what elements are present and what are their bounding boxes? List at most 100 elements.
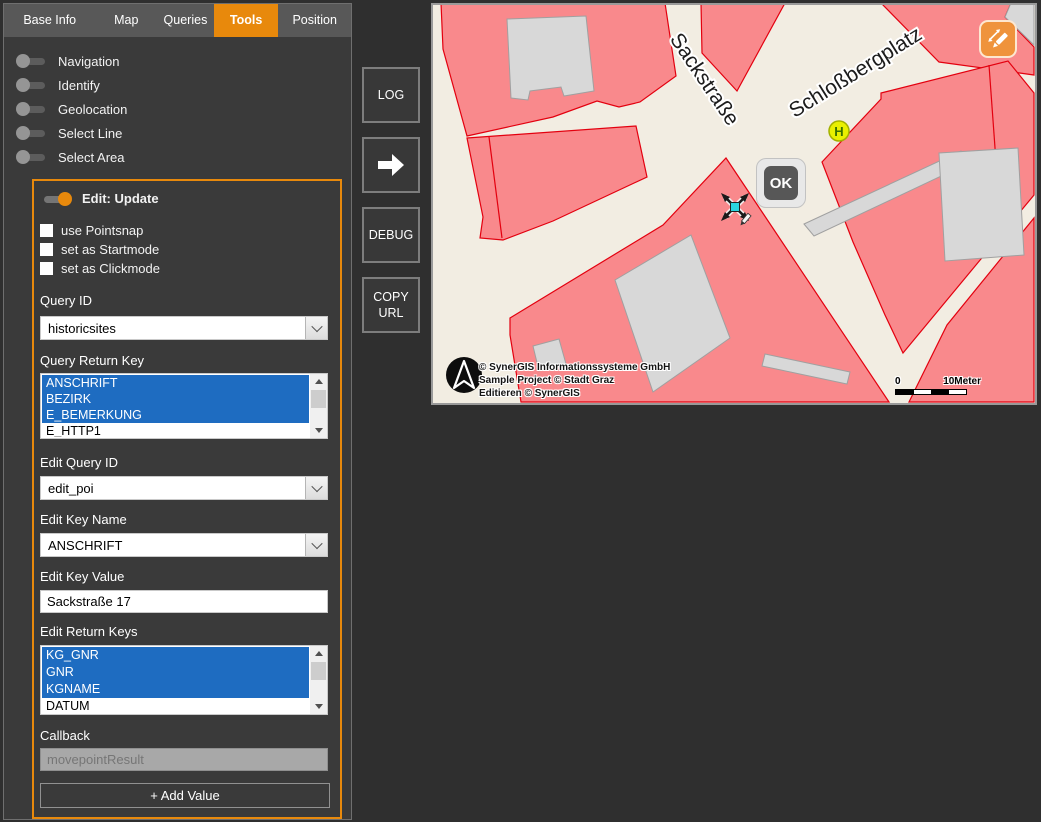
edit-query-id-select[interactable]: edit_poi (40, 476, 328, 500)
toggle-navigation[interactable]: Navigation (16, 49, 127, 73)
debug-button[interactable]: DEBUG (362, 207, 420, 263)
toggle-select-area[interactable]: Select Area (16, 145, 127, 169)
list-item[interactable]: E_HTTP1 (42, 423, 309, 437)
map-view[interactable]: Sackstraße Schloßbergplatz H (431, 3, 1037, 405)
tab-position[interactable]: Position (278, 4, 351, 37)
callback-label: Callback (40, 728, 328, 743)
toggle-switch-icon[interactable] (16, 126, 48, 140)
listbox-options: KG_GNR GNR KGNAME DATUM (42, 647, 309, 713)
chevron-down-icon (311, 538, 322, 549)
list-item[interactable]: KG_GNR (42, 647, 309, 664)
edit-return-keys-listbox[interactable]: KG_GNR GNR KGNAME DATUM (40, 645, 328, 715)
scale-start-label: 0 (895, 376, 901, 388)
scrollbar-thumb[interactable] (311, 662, 326, 680)
query-return-key-label: Query Return Key (40, 353, 328, 368)
edit-key-value-input[interactable] (40, 590, 328, 613)
edit-return-keys-label: Edit Return Keys (40, 624, 328, 639)
scrollbar[interactable] (310, 646, 327, 714)
tab-queries[interactable]: Queries (157, 4, 214, 37)
edit-tool-button[interactable] (979, 20, 1017, 58)
scrollbar[interactable] (310, 374, 327, 438)
toggle-edit-update[interactable]: Edit: Update (40, 191, 328, 206)
scale-end-label: 10Meter (943, 376, 981, 388)
attribution-line: Sample Project © Stadt Graz (479, 374, 670, 387)
edit-key-name-value: ANSCHRIFT (41, 538, 305, 553)
scale-bar-segments (895, 389, 967, 395)
query-id-select[interactable]: historicsites (40, 316, 328, 340)
map-attribution: © SynerGIS Informationssysteme GmbH Samp… (479, 361, 670, 400)
tools-panel: Base Info Map Queries Tools Position Nav… (3, 3, 352, 820)
toggle-switch-icon[interactable] (40, 192, 72, 206)
arrow-right-icon (376, 153, 406, 177)
checkbox-icon[interactable] (40, 262, 53, 275)
log-button[interactable]: LOG (362, 67, 420, 123)
checkbox-icon[interactable] (40, 224, 53, 237)
compass-north-icon (445, 356, 483, 394)
toggle-label: Select Area (58, 150, 125, 165)
scrollbar-thumb[interactable] (311, 390, 326, 408)
checkbox-use-pointsnap[interactable]: use Pointsnap (40, 223, 328, 238)
edit-update-section: Edit: Update use Pointsnap set as Startm… (32, 179, 342, 819)
checkbox-set-as-startmode[interactable]: set as Startmode (40, 242, 328, 257)
transit-stop-letter: H (834, 124, 843, 139)
pencil-move-icon (985, 26, 1011, 52)
apply-arrow-button[interactable] (362, 137, 420, 193)
tab-base-info[interactable]: Base Info (4, 4, 95, 37)
checkbox-label: set as Startmode (61, 242, 159, 257)
list-item[interactable]: GNR (42, 664, 309, 681)
listbox-options: ANSCHRIFT BEZIRK E_BEMERKUNG E_HTTP1 (42, 375, 309, 437)
toggle-label: Navigation (58, 54, 119, 69)
toggle-select-line[interactable]: Select Line (16, 121, 127, 145)
list-item[interactable]: ANSCHRIFT (42, 375, 309, 391)
toggle-switch-icon[interactable] (16, 54, 48, 68)
callback-input (40, 748, 328, 771)
map-canvas[interactable]: Sackstraße Schloßbergplatz H (433, 5, 1035, 403)
edit-query-id-label: Edit Query ID (40, 455, 328, 470)
toggle-switch-icon[interactable] (16, 150, 48, 164)
edit-key-name-label: Edit Key Name (40, 512, 328, 527)
app-window: Base Info Map Queries Tools Position Nav… (0, 0, 1041, 822)
checkbox-set-as-clickmode[interactable]: set as Clickmode (40, 261, 328, 276)
edit-key-value-label: Edit Key Value (40, 569, 328, 584)
add-value-button[interactable]: + Add Value (40, 783, 330, 808)
dropdown-button[interactable] (305, 317, 327, 339)
edit-update-label: Edit: Update (82, 191, 159, 206)
toggle-geolocation[interactable]: Geolocation (16, 97, 127, 121)
toggle-label: Select Line (58, 126, 122, 141)
scale-bar: 0 10Meter (895, 376, 981, 395)
scroll-up-icon[interactable] (310, 646, 327, 661)
checkbox-label: set as Clickmode (61, 261, 160, 276)
attribution-line: © SynerGIS Informationssysteme GmbH (479, 361, 670, 374)
chevron-down-icon (311, 321, 322, 332)
list-item[interactable]: E_BEMERKUNG (42, 407, 309, 423)
edit-key-name-select[interactable]: ANSCHRIFT (40, 533, 328, 557)
scroll-up-icon[interactable] (310, 374, 327, 389)
list-item[interactable]: KGNAME (42, 681, 309, 698)
toggle-label: Geolocation (58, 102, 127, 117)
ok-button[interactable]: OK (756, 158, 806, 208)
query-return-key-listbox[interactable]: ANSCHRIFT BEZIRK E_BEMERKUNG E_HTTP1 (40, 373, 328, 439)
query-id-value: historicsites (41, 321, 305, 336)
toggle-label: Identify (58, 78, 100, 93)
toggle-switch-icon[interactable] (16, 102, 48, 116)
list-item[interactable]: DATUM (42, 698, 309, 713)
tab-bar: Base Info Map Queries Tools Position (4, 4, 351, 37)
checkbox-icon[interactable] (40, 243, 53, 256)
edit-query-id-value: edit_poi (41, 481, 305, 496)
copy-url-button[interactable]: COPY URL (362, 277, 420, 333)
chevron-down-icon (311, 481, 322, 492)
scroll-down-icon[interactable] (310, 423, 327, 438)
tab-map[interactable]: Map (95, 4, 157, 37)
dropdown-button[interactable] (305, 534, 327, 556)
attribution-line: Editieren © SynerGIS (479, 387, 670, 400)
tab-tools[interactable]: Tools (214, 4, 279, 37)
dropdown-button[interactable] (305, 477, 327, 499)
list-item[interactable]: BEZIRK (42, 391, 309, 407)
toggle-identify[interactable]: Identify (16, 73, 127, 97)
tool-toggle-list: Navigation Identify Geolocation Select L… (16, 49, 127, 169)
checkbox-label: use Pointsnap (61, 223, 143, 238)
scroll-down-icon[interactable] (310, 699, 327, 714)
toggle-switch-icon[interactable] (16, 78, 48, 92)
ok-button-label: OK (764, 166, 798, 200)
transit-stop-marker: H (829, 121, 849, 141)
